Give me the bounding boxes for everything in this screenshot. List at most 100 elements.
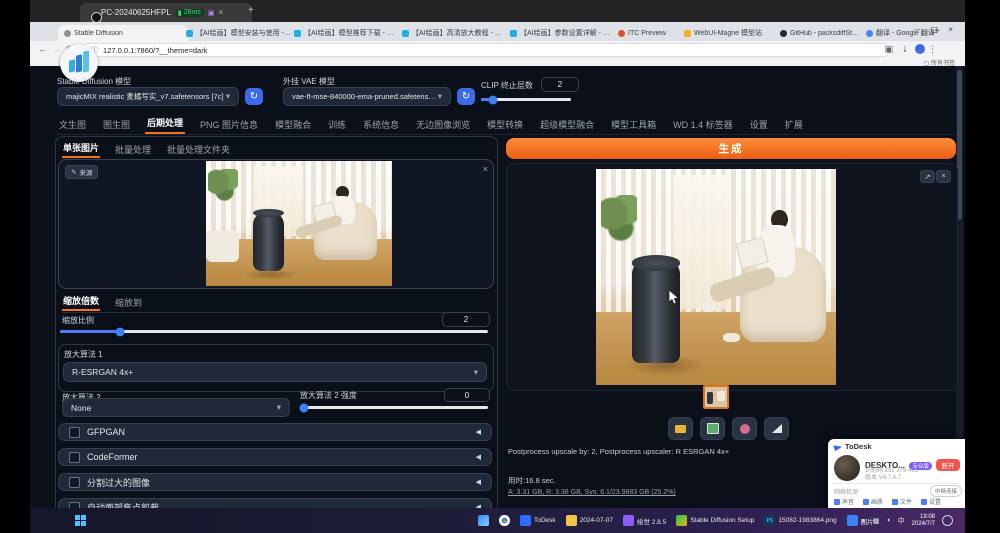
start-button[interactable] — [75, 515, 86, 526]
tab-wd14-tagger[interactable]: WD 1.4 标签器 — [671, 115, 735, 134]
display-icon — [863, 499, 869, 505]
todesk-toolbar: 声音 画质 文件 设置 — [834, 497, 941, 506]
download-icon[interactable]: ⭣ — [903, 44, 907, 55]
open-folder-button[interactable] — [668, 417, 693, 440]
taskbar-launcher[interactable]: 绘世 2.8.5 — [623, 515, 666, 526]
tab-super-merger[interactable]: 超级模型融合 — [538, 115, 596, 134]
latency-badge: ▮28ms — [175, 9, 204, 17]
vae-refresh-icon[interactable]: ↻ — [457, 88, 475, 105]
upscaler2-visibility-slider[interactable] — [300, 406, 488, 409]
forward-icon[interactable]: → — [52, 44, 61, 54]
resize-button[interactable] — [764, 417, 789, 440]
network-icon[interactable]: ▦ — [873, 517, 880, 525]
close-session-icon[interactable]: × — [218, 8, 223, 17]
upscaler1-dropdown[interactable]: R-ESRGAN 4x+▾ — [63, 362, 487, 382]
google-favicon — [866, 30, 873, 37]
sd-model-refresh-icon[interactable]: ↻ — [245, 88, 263, 105]
tab-extensions[interactable]: 扩展 — [783, 115, 805, 134]
input-image[interactable] — [206, 161, 392, 286]
output-image[interactable] — [596, 169, 836, 385]
subtab-single-image[interactable]: 单张图片 — [62, 139, 100, 158]
todesk-titlebar: PC-20240625HFPL ▮28ms ▣ × + — [30, 0, 965, 22]
sound-tool[interactable]: 声音 — [834, 497, 854, 506]
ime-indicator[interactable]: 中 — [898, 516, 905, 526]
tab-scale-to[interactable]: 缩放到 — [114, 294, 143, 311]
browser-tab-4[interactable]: 【AI绘画】参数设置详解 - 哔哩哔哩 — [504, 25, 621, 41]
tab-settings[interactable]: 设置 — [748, 115, 770, 134]
chrome-icon[interactable] — [499, 515, 510, 526]
speaker-icon — [834, 499, 840, 505]
save-image-button[interactable] — [700, 417, 725, 440]
upscaler2-visibility-value[interactable]: 0 — [444, 388, 490, 402]
monitor-icon[interactable]: ▣ — [208, 9, 215, 17]
accordion-codeformer[interactable]: CodeFormer ◀ — [58, 448, 492, 466]
clear-image-icon[interactable]: × — [483, 164, 488, 174]
gallery-thumbnail[interactable] — [703, 385, 729, 409]
browser-tab-1[interactable]: 【AI绘画】模型安装与使用 - 哔哩哔哩 — [180, 25, 297, 41]
browser-tab-2[interactable]: 【AI绘画】模型推荐下载 - 哔哩哔哩 — [288, 25, 405, 41]
tray-clock[interactable]: 19:08 2024/7/7 — [912, 514, 935, 527]
codeformer-checkbox[interactable] — [69, 452, 80, 463]
tab-train[interactable]: 训练 — [326, 115, 348, 134]
file-tool[interactable]: 文件 — [892, 497, 912, 506]
notification-icon[interactable] — [942, 515, 953, 526]
sd-model-dropdown[interactable]: majicMIX realistic 麦橘写实_v7.safetensors [… — [57, 87, 239, 106]
input-image-dropzone[interactable]: ✎来源 × — [58, 159, 494, 289]
clip-skip-value[interactable]: 2 — [541, 77, 579, 92]
tab-txt2img[interactable]: 文生图 — [57, 115, 88, 134]
settings-tool[interactable]: 设置 — [921, 497, 941, 506]
tab-checkpoint-merger[interactable]: 模型融合 — [273, 115, 313, 134]
subtab-batch-folder[interactable]: 批量处理文件夹 — [166, 141, 231, 158]
split-oversized-checkbox[interactable] — [69, 477, 80, 488]
taskbar-image-file[interactable]: PS15082-1983864.png — [764, 515, 836, 526]
volume-icon[interactable]: ◖ — [886, 517, 890, 524]
browser-tab-6[interactable]: WebUI-Magne 模型站 — [678, 25, 782, 41]
window-controls[interactable]: – ▢ × — [916, 25, 957, 34]
browser-tab-3[interactable]: 【AI绘画】高清放大教程 - 哔哩哔哩 — [396, 25, 513, 41]
gfpgan-checkbox[interactable] — [69, 427, 80, 438]
omnibox[interactable]: ⓘ 127.0.0.1:7860/?__theme=dark — [82, 43, 890, 57]
tab-scale-by[interactable]: 缩放倍数 — [62, 292, 100, 311]
accordion-split-oversized[interactable]: 分割过大的图像 ◀ — [58, 473, 492, 491]
browser-tab-7[interactable]: GitHub - packsdiffStudio — [774, 25, 868, 41]
tab-system-info[interactable]: 系统信息 — [361, 115, 401, 134]
vae-dropdown[interactable]: vae-ft-mse-840000-ema-pruned.safetensors… — [283, 87, 451, 106]
tab-model-converter[interactable]: 模型转换 — [485, 115, 525, 134]
tray-expand-icon[interactable]: ∧ — [861, 517, 866, 525]
network-check-label[interactable]: 网络检测 — [834, 487, 858, 496]
tab-img2img[interactable]: 图生图 — [101, 115, 132, 134]
gallery-close-icon[interactable]: × — [936, 170, 951, 183]
image-source-button[interactable]: ✎来源 — [65, 165, 98, 179]
browser-tab-5[interactable]: ITC Preview — [612, 25, 686, 41]
quality-tool[interactable]: 画质 — [863, 497, 883, 506]
generate-button[interactable]: 生成 — [506, 138, 956, 159]
new-session-icon[interactable]: + — [248, 5, 254, 16]
tab-extras[interactable]: 后期处理 — [145, 113, 185, 134]
back-icon[interactable]: ← — [38, 44, 47, 54]
tab-png-info[interactable]: PNG 图片信息 — [198, 115, 260, 134]
accordion-gfpgan[interactable]: GFPGAN ◀ — [58, 423, 492, 441]
tab-model-toolkit[interactable]: 模型工具箱 — [609, 115, 658, 134]
system-tray: ∧ ▦ ◖ 中 19:08 2024/7/7 — [861, 512, 953, 529]
profile-avatar[interactable] — [915, 44, 925, 54]
disconnect-button[interactable]: 断开 — [936, 459, 960, 471]
subtab-batch-process[interactable]: 批量处理 — [114, 141, 152, 158]
upscaler2-dropdown[interactable]: None▾ — [62, 398, 290, 417]
clip-skip-slider[interactable] — [481, 98, 571, 101]
relay-mode-pill[interactable]: 中继连接 — [930, 485, 962, 497]
remote-session-tab[interactable]: PC-20240625HFPL ▮28ms ▣ × — [80, 3, 252, 22]
widgets-icon[interactable] — [478, 515, 489, 526]
gallery-expand-icon[interactable]: ↗ — [920, 170, 935, 183]
scale-ratio-slider[interactable] — [60, 330, 488, 333]
menu-kebab-icon[interactable]: ⋮ — [928, 44, 937, 55]
scale-ratio-value[interactable]: 2 — [442, 312, 490, 327]
taskbar-folder[interactable]: 2024-07-07 — [566, 515, 613, 526]
browser-tab-stable-diffusion[interactable]: Stable Diffusion — [58, 25, 188, 41]
main-tabbar: 文生图 图生图 后期处理 PNG 图片信息 模型融合 训练 系统信息 无边图像浏… — [57, 114, 957, 135]
scale-tabs: 缩放倍数 缩放到 — [62, 292, 487, 313]
send-to-extras-button[interactable] — [732, 417, 757, 440]
tab-infinite-browser[interactable]: 无边图像浏览 — [414, 115, 472, 134]
taskbar-sd-console[interactable]: Stable Diffusion Setup — [676, 515, 754, 526]
taskbar-todesk[interactable]: ToDesk — [520, 515, 556, 526]
extension-icon[interactable]: ▣ — [884, 44, 893, 55]
